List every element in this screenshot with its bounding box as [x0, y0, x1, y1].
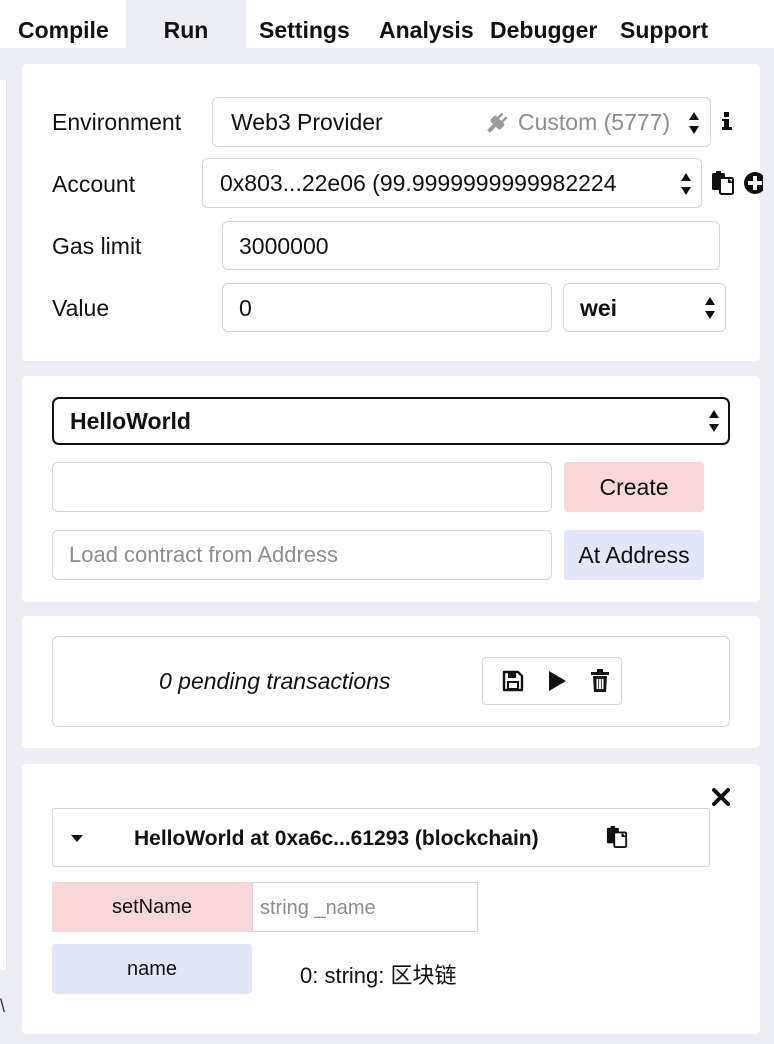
- pending-transactions-box: 0 pending transactions: [52, 636, 730, 727]
- pending-transactions-panel: 0 pending transactions: [22, 616, 760, 748]
- load-address-placeholder: Load contract from Address: [69, 542, 339, 567]
- save-icon[interactable]: [502, 670, 524, 692]
- select-arrows-icon: [688, 110, 700, 136]
- environment-label: Environment: [52, 109, 182, 135]
- tab-support[interactable]: Support: [620, 0, 708, 48]
- select-arrows-icon: [704, 295, 716, 321]
- environment-select[interactable]: Web3 Provider Custom (5777): [212, 97, 711, 147]
- left-edge-mark: \: [0, 996, 6, 1016]
- caret-down-icon: [71, 835, 83, 842]
- play-icon[interactable]: [546, 670, 568, 692]
- contract-name: HelloWorld: [70, 408, 191, 434]
- instance-title: HelloWorld at 0xa6c...61293 (blockchain): [134, 827, 539, 850]
- pending-transactions-text: 0 pending transactions: [159, 668, 391, 694]
- gas-limit-input[interactable]: 3000000: [222, 221, 720, 270]
- instance-header[interactable]: HelloWorld at 0xa6c...61293 (blockchain): [52, 808, 710, 867]
- pending-actions: [482, 657, 622, 705]
- at-address-button[interactable]: At Address: [564, 530, 704, 580]
- constructor-args-input[interactable]: [52, 462, 552, 512]
- contract-panel: HelloWorld Create Load contract from Add…: [22, 376, 760, 602]
- tab-settings[interactable]: Settings: [259, 0, 350, 48]
- tab-compile[interactable]: Compile: [18, 0, 109, 48]
- gas-limit-label: Gas limit: [52, 233, 142, 259]
- run-settings-panel: Environment Web3 Provider Custom (5777) …: [22, 64, 763, 361]
- plug-icon: [487, 112, 508, 133]
- gas-limit-value: 3000000: [239, 233, 329, 259]
- account-value: 0x803...22e06 (99.9999999999982224: [220, 170, 617, 196]
- account-label: Account: [52, 171, 136, 197]
- contract-select[interactable]: HelloWorld: [52, 397, 730, 445]
- tab-debugger[interactable]: Debugger: [490, 0, 597, 48]
- account-select[interactable]: 0x803...22e06 (99.9999999999982224: [202, 158, 702, 208]
- create-button[interactable]: Create: [564, 462, 704, 512]
- info-icon[interactable]: [721, 109, 733, 133]
- value-unit: wei: [580, 295, 618, 321]
- setname-button[interactable]: setName: [52, 882, 252, 932]
- tab-analysis[interactable]: Analysis: [379, 0, 474, 48]
- left-panel-edge: [0, 80, 7, 970]
- copy-address-icon[interactable]: [606, 826, 628, 848]
- load-address-input[interactable]: Load contract from Address: [52, 530, 552, 580]
- value-label: Value: [52, 295, 110, 321]
- add-account-icon[interactable]: [743, 171, 763, 195]
- setname-input[interactable]: string _name: [252, 882, 478, 932]
- environment-network: Custom (5777): [518, 109, 671, 135]
- copy-icon[interactable]: [711, 171, 735, 195]
- value-unit-select[interactable]: wei: [563, 283, 726, 332]
- environment-value: Web3 Provider: [231, 109, 383, 135]
- name-button[interactable]: name: [52, 944, 252, 994]
- close-icon[interactable]: [712, 788, 730, 806]
- select-arrows-icon: [708, 408, 720, 434]
- deployed-instances-panel: HelloWorld at 0xa6c...61293 (blockchain)…: [22, 764, 760, 1034]
- value-amount: 0: [239, 295, 252, 321]
- tab-run[interactable]: Run: [126, 0, 246, 48]
- value-input[interactable]: 0: [222, 283, 552, 332]
- setname-placeholder: string _name: [260, 897, 376, 919]
- select-arrows-icon: [680, 171, 692, 197]
- name-result: 0: string: 区块链: [300, 963, 457, 988]
- trash-icon[interactable]: [590, 669, 610, 693]
- tab-bar: Compile Run Settings Analysis Debugger S…: [0, 0, 774, 48]
